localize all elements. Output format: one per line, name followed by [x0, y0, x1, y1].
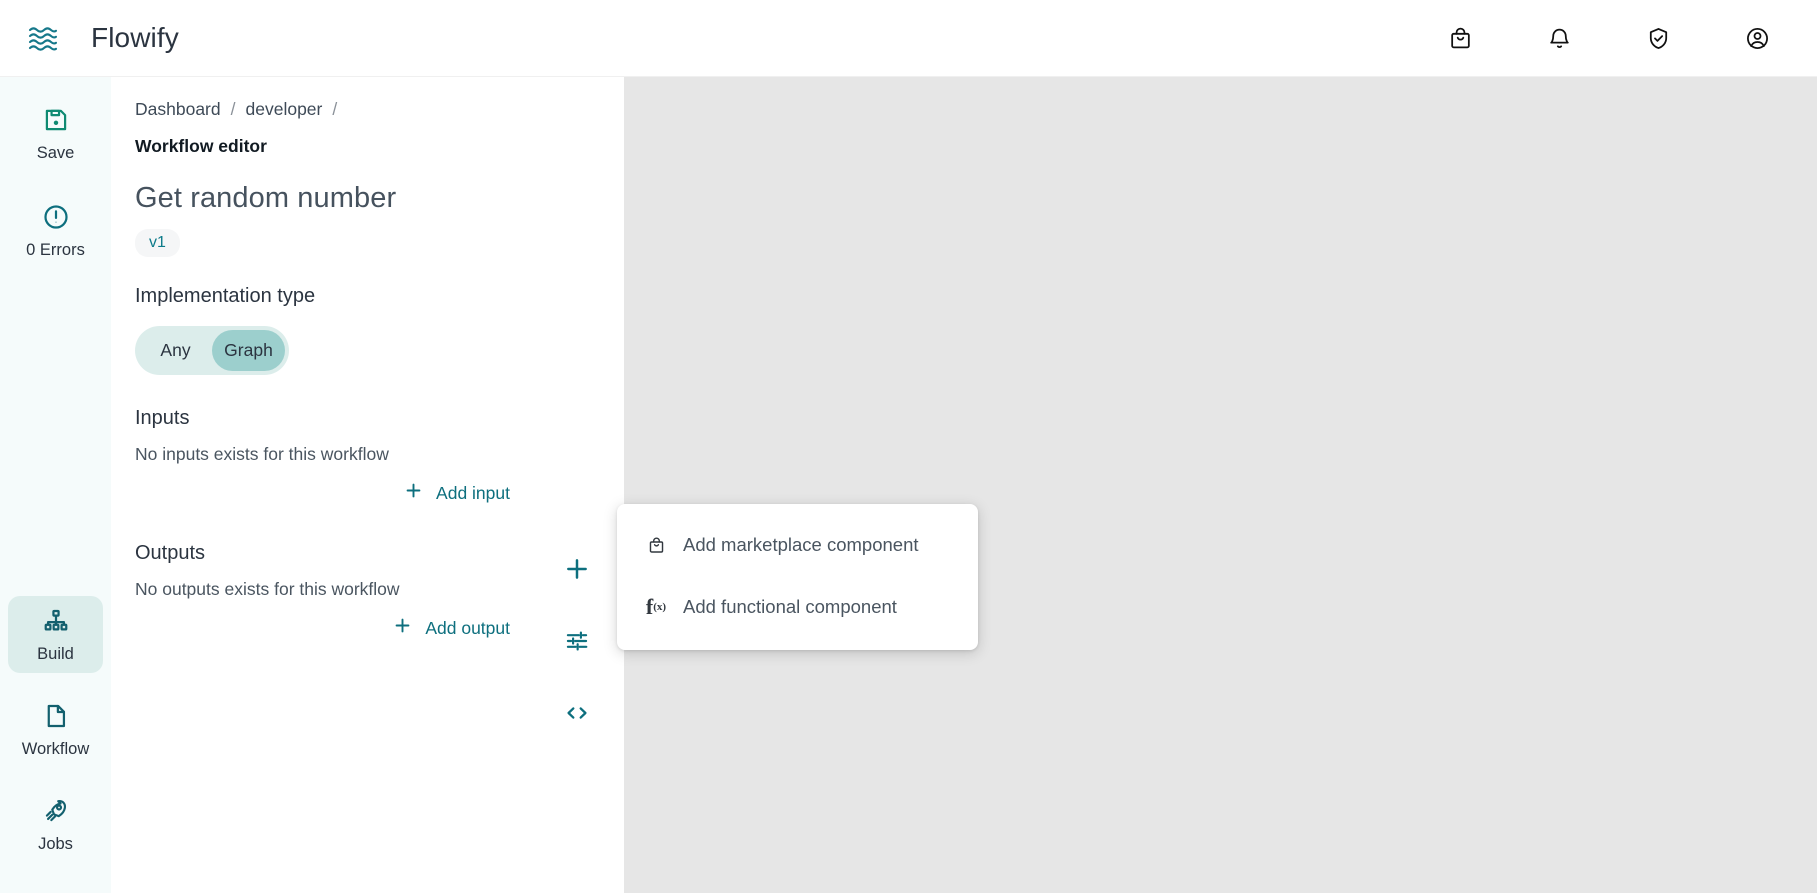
version-badge: v1: [135, 229, 180, 257]
canvas-settings-button[interactable]: [560, 624, 594, 658]
rail-item-errors[interactable]: 0 Errors: [8, 192, 103, 269]
add-component-menu: Add marketplace component f (x) Add funct…: [617, 504, 978, 650]
toggle-option-graph[interactable]: Graph: [212, 330, 285, 371]
code-view-button[interactable]: [560, 696, 594, 730]
f-of-x-icon: f (x): [645, 594, 667, 619]
exclamation-circle-icon: [42, 203, 70, 236]
brand-name: Flowify: [91, 22, 179, 53]
inputs-heading: Inputs: [135, 407, 190, 429]
floppy-disk-icon: [42, 106, 70, 139]
menu-item-add-functional-component[interactable]: f (x) Add functional component: [617, 576, 978, 638]
outputs-empty-text: No outputs exists for this workflow: [135, 579, 400, 599]
breadcrumb-item-dashboard[interactable]: Dashboard: [135, 99, 221, 120]
hierarchy-icon: [42, 607, 70, 640]
toggle-option-any[interactable]: Any: [139, 330, 212, 371]
menu-item-label: Add functional component: [683, 596, 897, 617]
workflow-canvas[interactable]: [624, 77, 1817, 893]
app-header: Flowify: [0, 0, 1817, 77]
add-component-button[interactable]: [560, 552, 594, 586]
breadcrumb-separator: /: [230, 99, 236, 119]
breadcrumb: Dashboard / developer / Workflow editor: [135, 99, 624, 157]
rail-top-group: Save 0 Errors: [8, 77, 103, 269]
breadcrumb-item-developer[interactable]: developer: [246, 99, 323, 120]
plus-icon: [404, 481, 423, 505]
rail-item-jobs-label: Jobs: [38, 835, 73, 853]
rail-item-jobs[interactable]: Jobs: [8, 786, 103, 863]
add-input-button[interactable]: Add input: [135, 481, 510, 505]
inputs-empty-text: No inputs exists for this workflow: [135, 444, 389, 464]
shopping-bag-icon: [645, 536, 667, 555]
left-rail: Save 0 Errors Build Workflow Jobs: [0, 77, 111, 893]
marketplace-icon[interactable]: [1443, 21, 1477, 55]
rail-item-errors-label: 0 Errors: [26, 241, 85, 259]
notifications-icon[interactable]: [1542, 21, 1576, 55]
rail-item-save[interactable]: Save: [8, 95, 103, 172]
page-title: Get random number: [135, 182, 397, 214]
header-actions: [1443, 21, 1817, 55]
document-icon: [42, 702, 70, 735]
rail-item-build-label: Build: [37, 645, 74, 663]
rail-item-build[interactable]: Build: [8, 596, 103, 673]
menu-item-label: Add marketplace component: [683, 534, 919, 555]
canvas-toolbar: [560, 552, 594, 730]
implementation-type-toggle[interactable]: Any Graph: [135, 326, 289, 375]
menu-item-add-marketplace-component[interactable]: Add marketplace component: [617, 514, 978, 576]
rail-bottom-group: Build Workflow Jobs: [8, 596, 103, 893]
account-icon[interactable]: [1740, 21, 1774, 55]
add-output-label: Add output: [425, 617, 510, 638]
outputs-heading: Outputs: [135, 542, 206, 564]
add-input-label: Add input: [436, 482, 510, 503]
breadcrumb-separator: /: [332, 99, 338, 119]
breadcrumb-current: Workflow editor: [135, 136, 267, 156]
editor-panel: Dashboard / developer / Workflow editor …: [111, 77, 624, 893]
waves-logo-icon[interactable]: [26, 21, 60, 55]
security-icon[interactable]: [1641, 21, 1675, 55]
implementation-type-label: Implementation type: [135, 285, 316, 307]
plus-icon: [393, 616, 412, 640]
app-root: Flowify Save 0 Errors Build Workflow Job…: [0, 0, 1817, 893]
rail-item-save-label: Save: [36, 144, 75, 162]
add-output-button[interactable]: Add output: [135, 616, 510, 640]
rocket-icon: [42, 797, 70, 830]
rail-item-workflow-label: Workflow: [21, 740, 90, 758]
rail-item-workflow[interactable]: Workflow: [8, 691, 103, 768]
